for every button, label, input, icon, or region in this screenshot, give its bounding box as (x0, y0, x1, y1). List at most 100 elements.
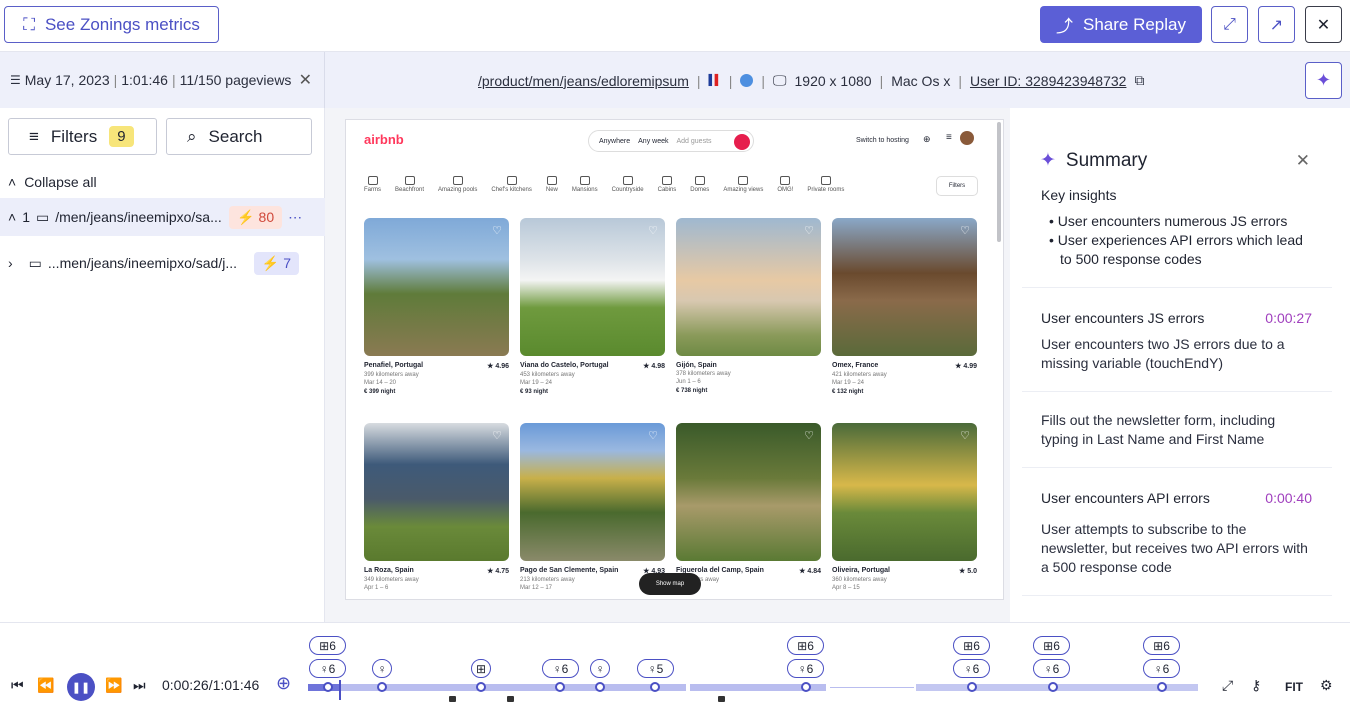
avatar (960, 131, 974, 145)
click-event-tag[interactable]: ⊞ 6 (1033, 636, 1070, 655)
session-date: May 17, 2023 (24, 72, 110, 88)
pause-button[interactable]: ❚❚ (67, 673, 95, 701)
timeline-node[interactable] (555, 682, 565, 692)
collapse-all-toggle[interactable]: ˄ Collapse all (8, 174, 97, 190)
click-event-tag[interactable]: ⊞ (471, 659, 491, 678)
expand-icon[interactable]: ⤢ (1222, 677, 1233, 694)
category-item: Private rooms (807, 176, 844, 193)
search-who: Add guests (676, 137, 712, 145)
share-replay-button[interactable]: ⤴ Share Replay (1040, 6, 1202, 43)
timeline-node[interactable] (650, 682, 660, 692)
page-url[interactable]: /product/men/jeans/edloremipsum (478, 73, 689, 89)
user-menu-icon: ≡ (946, 132, 952, 143)
timeline-node[interactable] (476, 682, 486, 692)
insight-event-tag[interactable]: ♀ (372, 659, 392, 678)
click-event-tag[interactable]: ⊞ 6 (1143, 636, 1180, 655)
skip-end-icon[interactable]: ⏭ (133, 677, 146, 694)
heart-icon: ♡ (648, 430, 658, 442)
close-button[interactable]: ✕ (1305, 6, 1342, 43)
comment-icon[interactable] (507, 696, 514, 702)
airbnb-search-pill: Anywhere Any week Add guests (588, 130, 754, 152)
skip-start-icon[interactable]: ⏮ (11, 677, 24, 694)
frame-scrollbar[interactable] (997, 122, 1001, 242)
rewind-icon[interactable]: ⏪ (37, 677, 54, 694)
event-title: User encounters JS errors (1041, 310, 1205, 326)
event-title: User encounters API errors (1041, 490, 1210, 506)
insight-event-tag[interactable]: ♀ 5 (637, 659, 674, 678)
category-item: Farms (364, 176, 381, 193)
summary-title: Summary (1065, 149, 1148, 171)
click-event-tag[interactable]: ⊞ 6 (787, 636, 824, 655)
more-options-icon[interactable]: ⋯ (288, 209, 302, 226)
fullscreen-icon: ⤢ (1223, 15, 1236, 33)
external-link-icon: ↗ (1269, 16, 1284, 34)
insight-event-tag[interactable]: ♀ 6 (1033, 659, 1070, 678)
search-where: Anywhere (599, 137, 631, 145)
insight-event-tag[interactable]: ♀ 6 (953, 659, 990, 678)
heart-icon: ♡ (648, 225, 658, 237)
settings-icon[interactable]: ⚙ (1320, 677, 1333, 694)
timeline-node[interactable] (595, 682, 605, 692)
category-item: OMG! (777, 176, 793, 193)
timeline-node[interactable] (967, 682, 977, 692)
replay-frame[interactable]: airbnb Anywhere Any week Add guests Swit… (345, 119, 1004, 600)
pageview-row[interactable]: › ▭ ...men/jeans/ineemipxo/sad/j... ⚡ 7 (0, 244, 325, 282)
heart-icon: ♡ (960, 430, 970, 442)
see-zonings-button[interactable]: ⛶ See Zonings metrics (4, 6, 219, 43)
timeline-node[interactable] (1157, 682, 1167, 692)
filters-button[interactable]: ≡ Filters 9 (8, 118, 157, 155)
copy-icon[interactable]: ⧉ (1134, 72, 1144, 89)
click-event-tag[interactable]: ⊞ 6 (309, 636, 346, 655)
search-button[interactable]: ⌕ Search (166, 118, 312, 155)
listing-card: ♡ Gijón, Spain 378 kilometers away Jun 1 … (676, 218, 821, 394)
key-insights-title: Key insights (1041, 187, 1117, 203)
close-session-icon[interactable]: ✕ (299, 70, 312, 90)
listing-card: ♡ Omex, France ★ 4.99 421 kilometers away… (832, 218, 977, 395)
insight-event-tag[interactable]: ♀ (590, 659, 610, 678)
fast-forward-icon[interactable]: ⏩ (105, 677, 122, 694)
category-item: New (546, 176, 558, 193)
insight-event-tag[interactable]: ♀ 6 (1143, 659, 1180, 678)
event-count-badge: ⚡ 7 (253, 251, 300, 275)
page-icon: ▭ (28, 254, 42, 271)
listing-card: ♡ Oliveira, Portugal ★ 5.0 360 kilometers… (832, 423, 977, 591)
user-id[interactable]: User ID: 3289423948732 (970, 73, 1126, 89)
insight-event-tag[interactable]: ♀ 6 (309, 659, 346, 678)
timeline-node[interactable] (377, 682, 387, 692)
zoom-icon[interactable]: ⊕ (276, 673, 291, 694)
sparkle-icon: ✦ (1315, 70, 1332, 90)
filters-count-badge: 9 (109, 126, 134, 147)
comment-icon[interactable] (449, 696, 456, 702)
open-external-button[interactable]: ↗ (1258, 6, 1295, 43)
pageview-path: /men/jeans/ineemipxo/sa... (55, 209, 222, 225)
fullscreen-button[interactable]: ⤢ (1211, 6, 1248, 43)
timeline-node[interactable] (1048, 682, 1058, 692)
playhead[interactable] (339, 680, 341, 700)
ai-summary-button[interactable]: ✦ (1305, 62, 1342, 99)
pageview-row[interactable]: ˄ 1 ▭ /men/jeans/ineemipxo/sa... ⚡ 80 ⋯ (0, 198, 325, 236)
listing-card: ♡ Penafiel, Portugal ★ 4.96 399 kilometer… (364, 218, 509, 395)
close-summary-icon[interactable]: ✕ (1296, 151, 1310, 171)
timeline-track[interactable] (308, 684, 686, 691)
insight-event-tag[interactable]: ♀ 6 (542, 659, 579, 678)
category-item: Amazing pools (438, 176, 477, 193)
switch-hosting: Switch to hosting (856, 137, 909, 144)
category-bar: Farms Beachfront Amazing pools Chef's ki… (364, 176, 844, 193)
globe-icon: ⊕ (923, 134, 931, 144)
pause-icon: ❚❚ (71, 681, 91, 694)
key-icon[interactable]: ⚷ (1251, 677, 1261, 694)
timeline-node[interactable] (323, 682, 333, 692)
event-time[interactable]: 0:00:40 (1265, 490, 1312, 506)
comment-icon[interactable] (718, 696, 725, 702)
category-item: Cabins (658, 176, 676, 193)
fit-button[interactable]: FIT (1285, 680, 1303, 694)
filters-label: Filters (50, 126, 98, 146)
event-time[interactable]: 0:00:27 (1265, 310, 1312, 326)
timeline-node[interactable] (801, 682, 811, 692)
session-pageviews: 11/150 pageviews (179, 72, 292, 88)
session-info: ☰ May 17, 2023 | 1:01:46 | 11/150 pagevi… (0, 52, 325, 108)
monitor-icon: 🖵 (773, 72, 787, 88)
insight-event-tag[interactable]: ♀ 6 (787, 659, 824, 678)
share-icon: ⤴ (1055, 17, 1073, 36)
click-event-tag[interactable]: ⊞ 6 (953, 636, 990, 655)
